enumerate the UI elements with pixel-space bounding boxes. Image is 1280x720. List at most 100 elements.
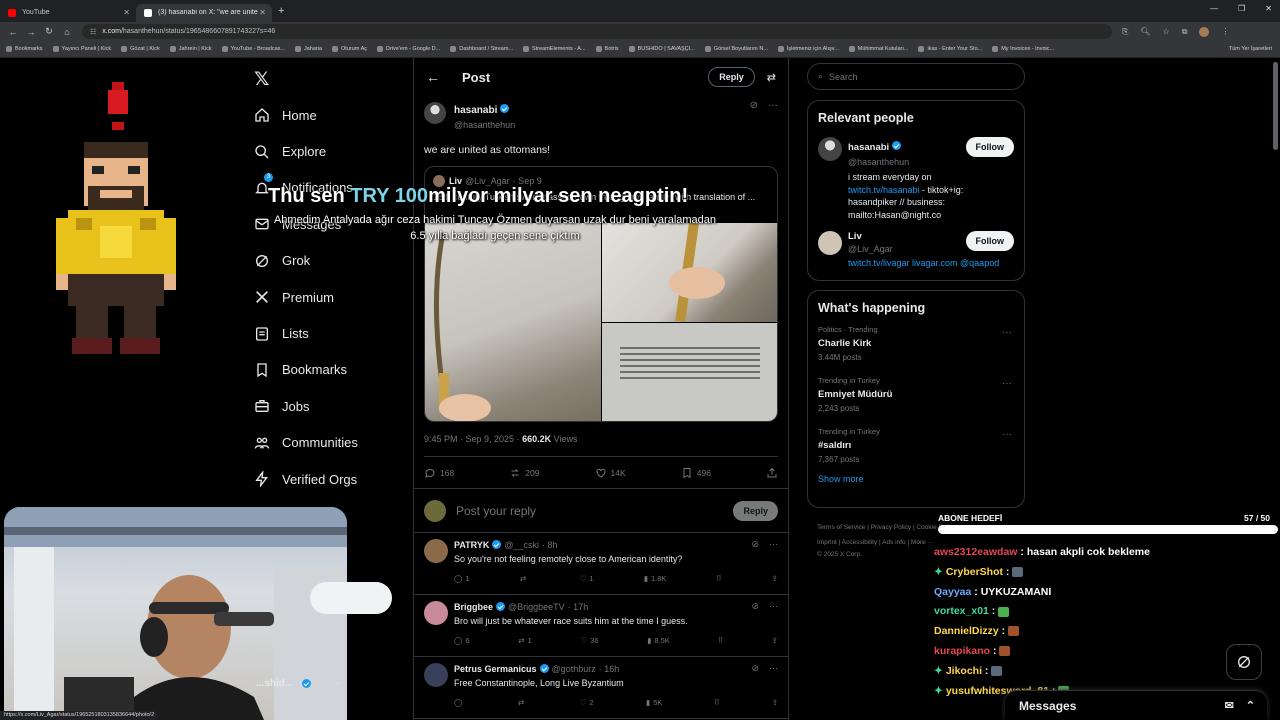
x-logo-icon[interactable]: 𝕏 [254,68,269,90]
zoom-icon[interactable]: 🔍︎ [1140,27,1150,36]
reply-time[interactable]: · 16h [599,664,620,674]
messages-drawer[interactable]: Messages ✉ ⌃ [1005,690,1267,720]
sidebar-item-verified-orgs[interactable]: Verified Orgs [250,461,358,497]
reply-input[interactable]: Post your reply [456,504,536,518]
filter-icon[interactable]: ⇄ [767,71,776,84]
reply-avatar[interactable] [424,663,448,687]
bookmark-action[interactable]: 496 [681,467,711,479]
bookmark-item[interactable]: Mühimmat Kutuları... [848,46,908,52]
reply-handle[interactable]: @gothburz [552,664,596,674]
sidebar-item-premium[interactable]: Premium [250,279,358,315]
home-browser-icon[interactable]: ⌂ [62,27,72,37]
expand-icon[interactable]: ⌃ [1246,699,1255,712]
reply-action[interactable]: ◯ [454,697,465,707]
reply-action[interactable]: 168 [424,467,454,479]
profile-avatar[interactable] [1199,26,1210,37]
share-action[interactable]: ⇪ [772,697,778,707]
grok-icon[interactable]: ⊘ [750,100,758,111]
reply-avatar[interactable] [424,601,448,625]
author-name[interactable]: hasanabi [454,105,497,116]
repost-action[interactable]: ⇄ 1 [518,635,531,645]
like-action[interactable]: 14K [595,467,626,479]
chat-username[interactable]: Qayyaa [934,586,971,598]
install-icon[interactable]: ⎘ [1122,27,1128,37]
bookmark-action[interactable]: ⌷ [718,635,723,645]
sword-photo-1[interactable] [425,223,601,421]
follow-button[interactable]: Follow [965,137,1014,157]
reply-author[interactable]: PATRYK [454,540,489,550]
chat-username[interactable]: vortex_x01 [934,605,989,617]
trend-item[interactable]: Trending in Turkey Emniyet Müdürü 2,243 po… [808,370,1024,421]
more-icon[interactable]: ··· [769,601,778,612]
scrollbar[interactable] [1273,62,1278,150]
sidebar-item-grok[interactable]: Grok [250,243,358,279]
bookmark-item[interactable]: Gözat | Kick [121,46,160,52]
back-arrow-icon[interactable]: ← [426,69,440,85]
bookmark-item[interactable]: YouTube - Broadcas... [221,46,285,52]
maximize-icon[interactable]: ❐ [1238,4,1245,13]
grok-icon[interactable]: ⊘ [751,663,759,674]
reload-icon[interactable]: ↻ [44,26,54,37]
reply-post[interactable]: Petrus Germanicus @gothburz · 16h ⊘ ··· Free … [414,657,788,719]
sidebar-item-communities[interactable]: Communities [250,425,358,461]
close-tab-icon[interactable]: ✕ [123,8,130,17]
reply-post[interactable]: PATRYK @__cski · 8h ⊘ ··· So you're not feeli… [414,533,788,595]
views-action[interactable]: ▮ 8.5K [647,635,670,645]
site-info-icon[interactable]: ☷ [90,28,96,36]
share-action[interactable] [766,467,778,479]
chat-username[interactable]: kurapikano [934,645,990,657]
post-button-partial[interactable] [310,582,392,614]
search-input[interactable]: ⌕ Search [807,63,1025,90]
reply-post[interactable]: Briggbee @BriggbeeTV · 17h ⊘ ··· Bro will jus… [414,595,788,657]
bookmark-item[interactable]: Jahrein | Kick [169,46,212,52]
person-row[interactable]: hasanabi @hasanthehun Follow [808,129,1024,167]
person-name[interactable]: hasanabi [848,142,889,153]
author-handle[interactable]: @hasanthehun [454,120,515,130]
chat-username[interactable]: DannielDizzy [934,625,999,637]
sidebar-item-home[interactable]: Home [250,97,358,133]
reply-action[interactable]: ◯ 1 [454,573,470,583]
extension-icon[interactable]: ⧉ [1182,27,1188,37]
bookmark-item[interactable]: Jaharia [294,46,322,52]
bio-links[interactable]: twitch.tv/livagar livagar.com @qaapod [848,258,999,268]
bookmark-action[interactable]: ⌷ [715,697,720,707]
sidebar-item-explore[interactable]: Explore [250,133,358,169]
chat-username[interactable]: aws2312eawdaw [934,546,1017,558]
header-reply-button[interactable]: Reply [708,67,755,87]
sidebar-item-bookmarks[interactable]: Bookmarks [250,352,358,388]
person-avatar[interactable] [818,231,842,255]
bookmark-item[interactable]: ikas - Enter Your Sto... [918,46,982,52]
reply-avatar[interactable] [424,539,448,563]
menu-icon[interactable]: ⋮ [1221,27,1229,36]
more-icon[interactable]: ··· [331,678,341,689]
person-avatar[interactable] [818,137,842,161]
grok-icon[interactable]: ⊘ [751,539,759,550]
person-row[interactable]: Liv @Liv_Agar Follow [808,221,1024,255]
reply-handle[interactable]: @__cski [504,540,539,550]
forward-icon[interactable]: → [26,27,36,37]
close-window-icon[interactable]: ✕ [1265,4,1272,13]
follow-button[interactable]: Follow [965,231,1014,251]
share-action[interactable]: ⇪ [772,635,778,645]
bookmark-item[interactable]: İşletmeniz için Alışv... [777,46,839,52]
bookmark-action[interactable]: ⌷ [717,573,722,583]
reply-handle[interactable]: @BriggbeeTV [508,602,565,612]
close-tab-icon[interactable]: ✕ [259,8,266,17]
star-icon[interactable]: ☆ [1163,27,1170,36]
trend-item[interactable]: Politics · Trending Charlie Kirk 3.44M pos… [808,319,1024,370]
like-action[interactable]: ♡ 2 [580,697,594,707]
sidebar-item-lists[interactable]: Lists [250,315,358,351]
bookmark-item[interactable]: Drive'em - Google D... [377,46,440,52]
bookmark-item[interactable]: Botrix [595,46,619,52]
back-icon[interactable]: ← [8,27,18,37]
author-avatar[interactable] [424,102,446,124]
bookmark-item[interactable]: My Invoices - Invoic... [992,46,1054,52]
tab-x-post[interactable]: (3) hasanabi on X: "we are unite ✕ [136,3,272,22]
repost-action[interactable]: ⇄ [518,697,527,707]
sidebar-item-jobs[interactable]: Jobs [250,388,358,424]
person-name[interactable]: Liv [848,231,893,242]
account-switcher[interactable]: ...shid... ··· [256,678,341,689]
repost-action[interactable]: 209 [509,467,539,479]
repost-action[interactable]: ⇄ [520,573,529,583]
more-icon[interactable]: ··· [1002,429,1012,440]
